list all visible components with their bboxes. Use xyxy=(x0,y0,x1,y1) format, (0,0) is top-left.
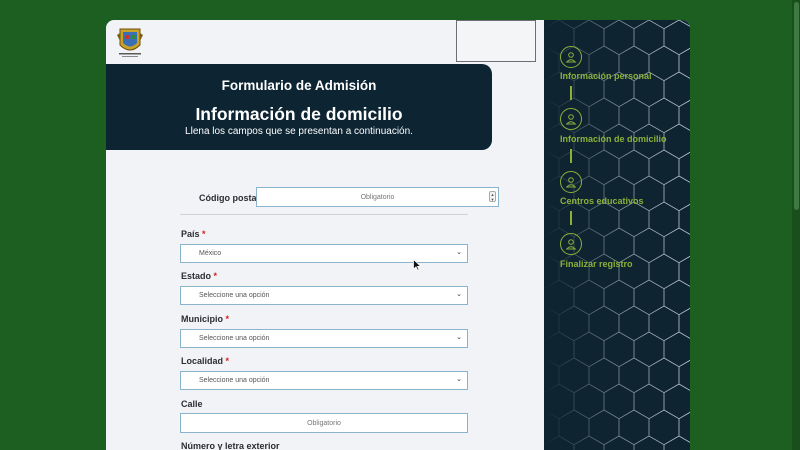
step-connector xyxy=(570,149,572,163)
step-2-label[interactable]: Información de domicilio xyxy=(560,134,667,144)
municipality-label: Municipio * xyxy=(181,314,230,324)
chevron-down-icon: ⌄ xyxy=(456,334,462,341)
section-title: Información de domicilio xyxy=(195,104,403,124)
postal-code-placeholder: Obligatorio xyxy=(360,193,395,201)
form-header-banner: Formulario de Admisión Información de do… xyxy=(106,64,492,150)
institution-logo xyxy=(117,28,143,57)
country-label: País * xyxy=(181,229,206,239)
progress-sidebar: Información personal Información de domi… xyxy=(544,20,690,450)
required-mark: * xyxy=(202,229,206,239)
municipality-selected-value: Seleccione una opción xyxy=(199,335,270,342)
postal-code-input[interactable]: Obligatorio ▲ ▼ xyxy=(256,187,499,207)
step-2-icon xyxy=(560,108,582,130)
step-connector xyxy=(570,86,572,100)
street-label: Calle xyxy=(181,399,203,409)
step-connector xyxy=(570,211,572,225)
state-label: Estado * xyxy=(181,271,218,281)
step-4-label[interactable]: Finalizar registro xyxy=(560,259,633,269)
locality-label: Localidad * xyxy=(181,356,230,366)
exterior-number-label: Número y letra exterior xyxy=(181,441,280,450)
secondary-logo-placeholder xyxy=(456,20,536,62)
chevron-down-icon: ⌄ xyxy=(456,249,462,256)
step-3-label[interactable]: Centros educativos xyxy=(560,196,644,206)
section-subtitle: Llena los campos que se presentan a cont… xyxy=(185,126,413,137)
chevron-down-icon: ⌄ xyxy=(456,376,462,383)
state-selected-value: Seleccione una opción xyxy=(199,292,270,299)
locality-selected-value: Seleccione una opción xyxy=(199,377,270,384)
scrollbar-thumb[interactable] xyxy=(794,2,799,210)
street-placeholder: Obligatorio xyxy=(307,419,341,427)
step-1-label[interactable]: Información personal xyxy=(560,71,652,81)
user-icon xyxy=(565,177,577,188)
country-select[interactable]: México ⌄ xyxy=(180,244,468,263)
user-icon xyxy=(565,239,577,250)
step-1-icon xyxy=(560,46,582,68)
required-mark: * xyxy=(225,314,230,324)
step-3-icon xyxy=(560,171,582,193)
form-title: Formulario de Admisión xyxy=(221,78,377,93)
chevron-down-icon: ⌄ xyxy=(456,291,462,298)
page-scrollbar[interactable] xyxy=(792,0,800,450)
locality-select[interactable]: Seleccione una opción ⌄ xyxy=(180,371,468,390)
mouse-cursor-icon xyxy=(413,259,421,271)
number-spinner-icon[interactable]: ▲ ▼ xyxy=(489,191,496,202)
country-selected-value: México xyxy=(199,250,222,257)
user-icon xyxy=(565,52,577,63)
step-4-icon xyxy=(560,233,582,255)
municipality-select[interactable]: Seleccione una opción ⌄ xyxy=(180,329,468,348)
required-mark: * xyxy=(213,271,218,281)
user-icon xyxy=(565,114,577,125)
admission-form-card: Formulario de Admisión Información de do… xyxy=(106,20,690,450)
state-select[interactable]: Seleccione una opción ⌄ xyxy=(180,286,468,305)
required-mark: * xyxy=(225,356,230,366)
section-divider xyxy=(180,214,468,215)
street-input[interactable]: Obligatorio xyxy=(180,413,468,433)
